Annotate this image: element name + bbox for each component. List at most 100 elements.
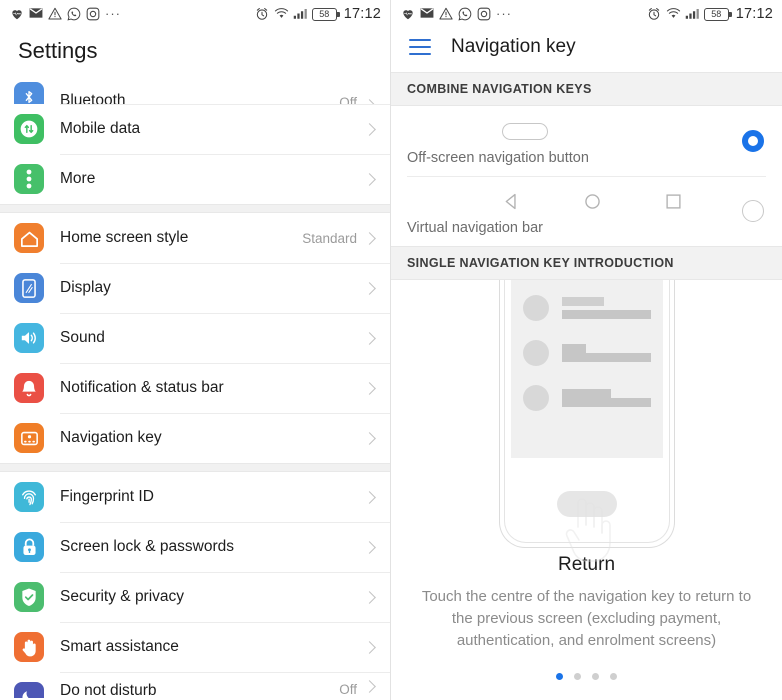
shield-check-icon xyxy=(14,582,44,612)
heart-health-icon xyxy=(401,7,415,21)
lock-icon xyxy=(14,532,44,562)
settings-group-separator xyxy=(0,204,390,213)
alarm-clock-icon xyxy=(255,7,269,21)
settings-row-label: Display xyxy=(60,279,111,296)
placeholder-avatar xyxy=(522,340,549,366)
status-bar-left: ··· 58 17:12 xyxy=(0,0,390,28)
chevron-right-icon xyxy=(363,540,376,554)
settings-row-do-not-disturb[interactable]: Do not disturb Off xyxy=(0,672,390,698)
phone-screen-placeholder xyxy=(510,280,663,458)
signal-bars-icon xyxy=(685,7,699,21)
settings-row-label: Home screen style xyxy=(60,229,189,246)
settings-row-label: Notification & status bar xyxy=(60,379,224,396)
chevron-right-icon xyxy=(363,640,376,654)
radio-virtual-navigation-bar[interactable] xyxy=(742,200,764,222)
settings-row-fingerprint-id[interactable]: Fingerprint ID xyxy=(0,472,390,522)
settings-row-label: Screen lock & passwords xyxy=(60,538,235,555)
mobile-data-icon xyxy=(14,114,44,144)
status-bar-notification-icons: ··· xyxy=(10,7,121,21)
signal-bars-icon xyxy=(293,7,307,21)
carousel-page-dots[interactable] xyxy=(391,673,782,680)
status-overflow-icon: ··· xyxy=(105,6,121,21)
settings-row-smart-assistance[interactable]: Smart assistance xyxy=(0,622,390,672)
placeholder-lines xyxy=(561,389,651,407)
chevron-right-icon xyxy=(363,381,376,395)
navigation-key-header: Navigation key xyxy=(391,28,782,72)
status-bar-system-icons: 58 17:12 xyxy=(255,6,381,22)
chevron-right-icon xyxy=(363,281,376,295)
settings-row-more[interactable]: More xyxy=(0,154,390,204)
page-title: Settings xyxy=(18,38,98,63)
status-overflow-icon: ··· xyxy=(496,6,512,21)
page-dot[interactable] xyxy=(574,673,581,680)
hand-gesture-icon xyxy=(554,491,620,563)
settings-row-label: Security & privacy xyxy=(60,588,185,605)
settings-row-label: Smart assistance xyxy=(60,638,179,655)
settings-row-value: Off xyxy=(339,682,357,697)
page-dot[interactable] xyxy=(592,673,599,680)
settings-row-mobile-data[interactable]: Mobile data xyxy=(0,104,390,154)
clock-label: 17:12 xyxy=(735,6,773,22)
back-triangle-icon xyxy=(502,192,521,211)
settings-group-separator xyxy=(0,463,390,472)
bell-icon xyxy=(14,373,44,403)
wifi-icon xyxy=(274,7,288,21)
placeholder-row xyxy=(522,295,651,321)
chevron-right-icon xyxy=(363,490,376,504)
settings-row-label: Fingerprint ID xyxy=(60,488,154,505)
mail-icon xyxy=(29,7,43,21)
clock-label: 17:12 xyxy=(343,6,381,22)
fingerprint-icon xyxy=(14,482,44,512)
settings-row-value: Standard xyxy=(302,230,357,246)
placeholder-lines xyxy=(561,344,651,362)
settings-list[interactable]: Bluetooth Off Mobile data More Home screen s… xyxy=(0,76,390,698)
warning-triangle-icon xyxy=(439,7,453,21)
battery-indicator: 58 xyxy=(703,7,732,21)
navigation-key-panel: ··· 58 17:12 Navigation key COMBINE NAVI… xyxy=(391,0,782,700)
heart-health-icon xyxy=(10,7,24,21)
settings-row-bluetooth[interactable]: Bluetooth Off xyxy=(0,76,390,112)
settings-row-navigation-key[interactable]: Navigation key xyxy=(0,413,390,463)
hamburger-menu-icon[interactable] xyxy=(409,39,431,55)
option-off-screen-navigation-button[interactable]: Off-screen navigation button xyxy=(391,106,782,176)
settings-row-security-privacy[interactable]: Security & privacy xyxy=(0,572,390,622)
option-virtual-navigation-bar[interactable]: Virtual navigation bar xyxy=(391,176,782,246)
navigation-key-icon xyxy=(14,423,44,453)
option-label: Virtual navigation bar xyxy=(407,220,543,236)
settings-row-display[interactable]: Display xyxy=(0,263,390,313)
navigation-key-illustration xyxy=(391,280,782,562)
chevron-right-icon xyxy=(363,172,376,186)
hand-icon xyxy=(14,632,44,662)
placeholder-row xyxy=(522,385,651,411)
display-icon xyxy=(14,273,44,303)
settings-row-sound[interactable]: Sound xyxy=(0,313,390,363)
phone-mockup xyxy=(498,280,675,562)
pill-button-icon xyxy=(502,122,548,140)
battery-level-label: 58 xyxy=(711,8,722,19)
battery-level-label: 58 xyxy=(319,8,330,19)
status-bar-system-icons-2: 58 17:12 xyxy=(647,6,773,22)
settings-row-home-screen-style[interactable]: Home screen style Standard xyxy=(0,213,390,263)
page-dot[interactable] xyxy=(556,673,563,680)
placeholder-lines xyxy=(561,297,651,319)
placeholder-row xyxy=(522,340,651,366)
mail-icon xyxy=(420,7,434,21)
placeholder-avatar xyxy=(522,385,549,411)
option-label: Off-screen navigation button xyxy=(407,150,589,166)
home-icon xyxy=(14,223,44,253)
chevron-right-icon xyxy=(363,680,376,693)
off-screen-button-glyphs xyxy=(407,116,766,146)
section-header-combine: COMBINE NAVIGATION KEYS xyxy=(391,72,782,106)
status-bar-notification-icons-2: ··· xyxy=(401,7,512,21)
home-circle-icon xyxy=(583,192,602,211)
whatsapp-icon xyxy=(458,7,472,21)
settings-row-notification-status-bar[interactable]: Notification & status bar xyxy=(0,363,390,413)
illustration-caption-text: Touch the centre of the navigation key t… xyxy=(421,588,752,649)
wifi-icon xyxy=(666,7,680,21)
radio-off-screen-navigation-button[interactable] xyxy=(742,130,764,152)
page-dot[interactable] xyxy=(610,673,617,680)
status-bar-right: ··· 58 17:12 xyxy=(391,0,782,28)
virtual-bar-glyphs xyxy=(407,186,766,216)
settings-row-screen-lock-passwords[interactable]: Screen lock & passwords xyxy=(0,522,390,572)
sound-icon xyxy=(14,323,44,353)
